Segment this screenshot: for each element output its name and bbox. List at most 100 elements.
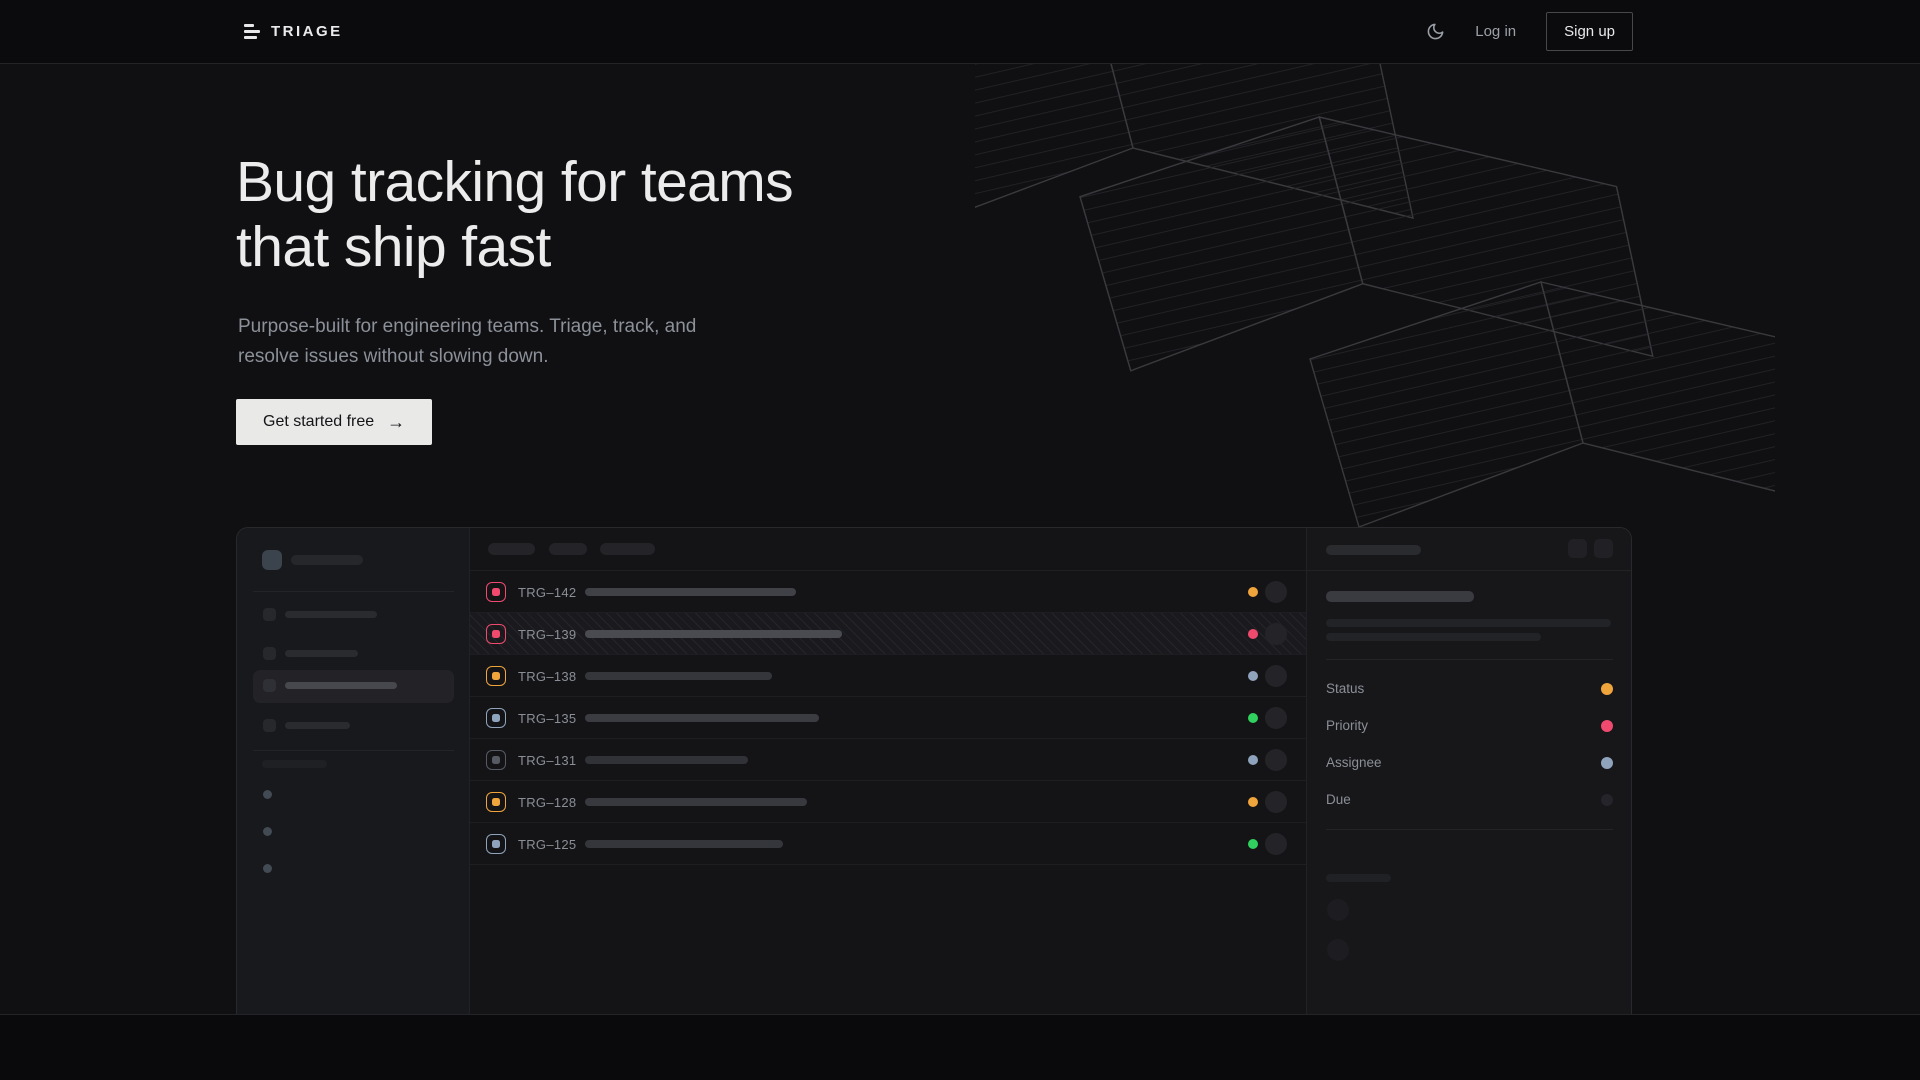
sidebar-nav-icon xyxy=(263,647,276,660)
issue-type-icon xyxy=(486,666,506,686)
issue-title-skeleton xyxy=(585,672,772,680)
arrow-right-icon: → xyxy=(387,413,405,431)
sidebar-nav-icon xyxy=(263,608,276,621)
sidebar-nav-skeleton xyxy=(285,722,350,729)
top-navbar: TRIAGE Log in Sign up xyxy=(0,0,1920,64)
signup-button[interactable]: Sign up xyxy=(1546,12,1633,51)
issue-type-icon xyxy=(486,750,506,770)
avatar xyxy=(1265,749,1287,771)
issue-id: TRG–125 xyxy=(518,837,576,852)
divider xyxy=(1326,829,1613,830)
issue-title-skeleton xyxy=(585,840,783,848)
issue-title-skeleton xyxy=(585,588,796,596)
issue-type-icon xyxy=(486,624,506,644)
issue-type-icon xyxy=(486,582,506,602)
status-dot xyxy=(1248,797,1258,807)
issue-id: TRG–138 xyxy=(518,669,576,684)
login-link[interactable]: Log in xyxy=(1475,23,1516,40)
label-dot xyxy=(263,790,272,799)
avatar xyxy=(1265,581,1287,603)
detail-header xyxy=(1307,528,1631,571)
triage-logo-icon xyxy=(244,24,260,39)
sidebar-nav-skeleton xyxy=(285,611,377,618)
tab-skeleton xyxy=(600,543,655,555)
property-value-dot xyxy=(1601,757,1613,769)
detail-line-skeleton xyxy=(1326,633,1541,641)
mockup-issue-panel: TRG–142 TRG–139 TRG–138 TRG–135 TRG–131 TRG–1… xyxy=(470,528,1306,1015)
hero-subtitle: Purpose-built for engineering teams. Tri… xyxy=(238,312,708,372)
avatar xyxy=(1265,623,1287,645)
property-row: Priority xyxy=(1307,708,1631,745)
detail-title-skeleton xyxy=(1326,591,1474,602)
property-list: StatusPriorityAssigneeDue xyxy=(1307,671,1631,819)
issue-row: TRG–125 xyxy=(470,823,1306,865)
footer-section xyxy=(0,1014,1920,1080)
hero-title-line2: that ship fast xyxy=(236,215,551,279)
wireframe-decoration xyxy=(975,42,1775,542)
detail-line-skeleton xyxy=(1326,619,1611,627)
label-dot xyxy=(263,864,272,873)
hero-title: Bug tracking for teams that ship fast xyxy=(236,150,793,280)
issue-title-skeleton xyxy=(585,798,807,806)
issue-type-icon xyxy=(486,792,506,812)
mockup-sidebar xyxy=(237,528,470,1015)
tab-skeleton xyxy=(549,543,587,555)
issue-title-skeleton xyxy=(585,630,842,638)
activity-avatar-skeleton xyxy=(1327,899,1349,921)
property-label: Assignee xyxy=(1326,755,1382,770)
avatar xyxy=(1265,665,1287,687)
hero-title-line1: Bug tracking for teams xyxy=(236,150,793,214)
detail-action-button xyxy=(1568,539,1587,558)
avatar xyxy=(1265,833,1287,855)
property-label: Due xyxy=(1326,792,1351,807)
issue-row: TRG–142 xyxy=(470,571,1306,613)
sidebar-nav-icon xyxy=(263,719,276,732)
detail-action-button xyxy=(1594,539,1613,558)
tab-skeleton xyxy=(488,543,535,555)
sidebar-nav-icon xyxy=(263,679,276,692)
brand-logo: TRIAGE xyxy=(244,23,343,40)
activity-section-skeleton xyxy=(1326,874,1391,882)
workspace-icon xyxy=(262,550,282,570)
issue-id: TRG–131 xyxy=(518,753,576,768)
status-dot xyxy=(1248,671,1258,681)
issue-id: TRG–135 xyxy=(518,711,576,726)
get-started-button[interactable]: Get started free → xyxy=(236,399,432,445)
avatar xyxy=(1265,791,1287,813)
status-dot xyxy=(1248,755,1258,765)
property-label: Priority xyxy=(1326,718,1368,733)
status-dot xyxy=(1248,713,1258,723)
issue-id: TRG–128 xyxy=(518,795,576,810)
mockup-detail-panel: StatusPriorityAssigneeDue xyxy=(1306,528,1631,1015)
property-value-dot xyxy=(1601,720,1613,732)
issue-type-icon xyxy=(486,708,506,728)
issue-title-skeleton xyxy=(585,756,748,764)
cta-label: Get started free xyxy=(263,413,374,431)
avatar xyxy=(1265,707,1287,729)
activity-avatar-skeleton xyxy=(1327,939,1349,961)
issue-type-icon xyxy=(486,834,506,854)
status-dot xyxy=(1248,587,1258,597)
issue-row: TRG–138 xyxy=(470,655,1306,697)
app-mockup-window: TRG–142 TRG–139 TRG–138 TRG–135 TRG–131 TRG–1… xyxy=(236,527,1632,1015)
divider xyxy=(253,750,454,751)
workspace-name-skeleton xyxy=(291,555,363,565)
sidebar-nav-skeleton xyxy=(285,682,397,689)
property-row: Assignee xyxy=(1307,745,1631,782)
issue-list-header xyxy=(470,528,1306,571)
issue-list: TRG–142 TRG–139 TRG–138 TRG–135 TRG–131 TRG–1… xyxy=(470,571,1306,865)
issue-title-skeleton xyxy=(585,714,819,722)
status-dot xyxy=(1248,629,1258,639)
issue-row: TRG–135 xyxy=(470,697,1306,739)
divider xyxy=(1326,659,1613,660)
sidebar-section-skeleton xyxy=(262,760,327,768)
property-value-dot xyxy=(1601,683,1613,695)
detail-header-skeleton xyxy=(1326,545,1421,555)
property-row: Due xyxy=(1307,782,1631,819)
label-dot xyxy=(263,827,272,836)
issue-row: TRG–128 xyxy=(470,781,1306,823)
issue-id: TRG–139 xyxy=(518,627,576,642)
issue-id: TRG–142 xyxy=(518,585,576,600)
sidebar-nav-skeleton xyxy=(285,650,358,657)
dark-mode-toggle[interactable] xyxy=(1426,22,1445,41)
